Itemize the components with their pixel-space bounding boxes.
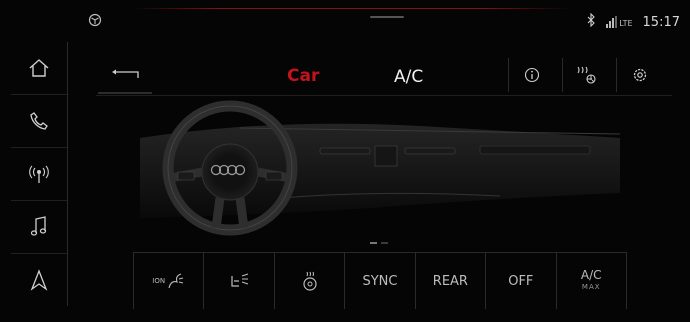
seat-ventilation-button[interactable] (203, 253, 273, 309)
back-button[interactable] (98, 58, 152, 94)
title-car[interactable]: Car (287, 66, 319, 86)
rear-button[interactable]: REAR (414, 253, 485, 309)
phone-icon (30, 112, 48, 130)
nav-media[interactable] (11, 201, 67, 254)
back-icon (112, 69, 139, 78)
steering-heat-button[interactable] (273, 253, 344, 309)
status-right: LTE 15:17 (587, 12, 680, 31)
seat-heating-fan-icon (577, 66, 596, 84)
pull-down-handle[interactable] (370, 16, 404, 18)
steering-wheel-heat-icon (302, 271, 317, 291)
ac-label: A/C (580, 268, 602, 282)
ac-max-button[interactable]: A/C MAX (555, 253, 627, 309)
settings-button[interactable] (616, 58, 663, 92)
ac-max-label: A/C MAX (581, 269, 602, 293)
dashboard-illustration (120, 98, 621, 238)
radio-antenna-icon (29, 165, 49, 183)
clock: 15:17 (642, 14, 680, 30)
off-button[interactable]: OFF (485, 253, 555, 309)
music-note-icon (30, 216, 47, 236)
ionizer-label: ION (152, 277, 166, 285)
header: Car A/C (96, 58, 672, 98)
page-indicator (370, 242, 394, 244)
settings-gear-icon (633, 68, 647, 82)
status-bar: LTE 15:17 (0, 0, 690, 44)
info-button[interactable] (508, 58, 555, 92)
climate-controls-bar: ION SYNC REAR OFF A/C MAX (133, 252, 627, 309)
left-nav (11, 42, 68, 306)
title-ac[interactable]: A/C (394, 67, 423, 87)
infotainment-screen: LTE 15:17 Car A/C ION SYNC REAR OFF A/C … (0, 0, 690, 322)
nav-home[interactable] (11, 42, 67, 95)
navigation-arrow-icon (30, 269, 48, 291)
nav-navigation[interactable] (11, 254, 67, 306)
page-dot (381, 242, 388, 244)
seat-heating-fan-button[interactable] (562, 58, 609, 92)
max-label: MAX (581, 283, 601, 291)
header-divider (96, 95, 672, 96)
settings-cube-icon (88, 12, 102, 27)
signal-lte-icon: LTE (606, 16, 633, 28)
ionizer-icon (168, 273, 184, 289)
info-icon (524, 67, 540, 83)
ionizer-button[interactable]: ION (133, 253, 203, 309)
bluetooth-icon (587, 12, 596, 31)
nav-phone[interactable] (11, 95, 67, 148)
network-label: LTE (619, 19, 633, 28)
home-icon (29, 59, 49, 77)
status-accent-line (130, 8, 570, 9)
seat-airflow-icon (231, 273, 249, 287)
nav-radio[interactable] (11, 148, 67, 201)
sync-button[interactable]: SYNC (344, 253, 414, 309)
page-dot-active (370, 242, 377, 244)
